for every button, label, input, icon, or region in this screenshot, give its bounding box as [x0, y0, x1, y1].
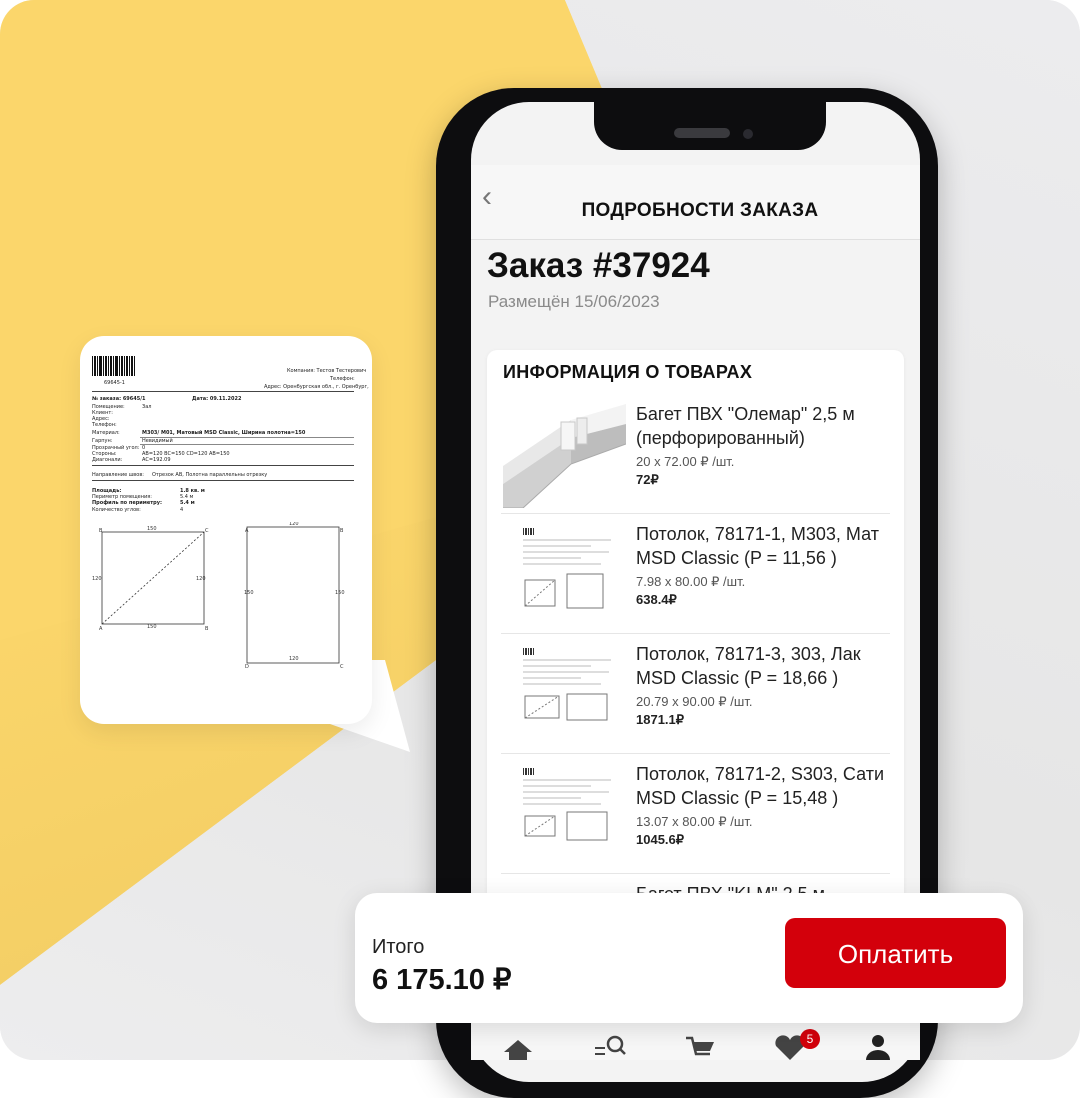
doc-corners-label: Количество углов: [92, 507, 141, 513]
product-document-thumbnail [501, 764, 626, 868]
user-icon [866, 1035, 890, 1060]
svg-text:120: 120 [289, 522, 299, 527]
product-name: Багет ПВХ "Олемар" 2,5 м (перфорированны… [636, 404, 855, 448]
product-total: 638.4₽ [636, 592, 677, 607]
phone-camera [743, 129, 753, 139]
tab-cart[interactable] [682, 1032, 718, 1060]
svg-text:A: A [245, 528, 249, 534]
svg-text:120: 120 [289, 656, 299, 662]
product-item[interactable]: Потолок, 78171-1, M303, Мат MSD Classic … [487, 516, 904, 634]
order-date: Размещён 15/06/2023 [488, 292, 660, 311]
product-price: 20 x 72.00 ₽ /шт. [636, 454, 735, 469]
doc-barcode-number: 69645-1 [104, 380, 125, 386]
tab-catalog-search[interactable] [593, 1032, 629, 1060]
doc-profile-value: 5.4 м [180, 500, 195, 506]
total-amount: 6 175.10 ₽ [372, 964, 512, 996]
product-price: 13.07 x 80.00 ₽ /шт. [636, 814, 753, 829]
order-document-preview: 69645-1 Компания: Тестов Тестерович Теле… [92, 350, 369, 690]
products-card: ИНФОРМАЦИЯ О ТОВАРАХ Багет ПВХ "Олемар" … [487, 350, 904, 970]
product-item[interactable]: Багет ПВХ "Олемар" 2,5 м (перфорированны… [487, 396, 904, 514]
barcode-image [92, 356, 135, 376]
phone-speaker [674, 128, 730, 138]
doc-corners-value: 4 [180, 507, 184, 513]
doc-rule [140, 444, 354, 445]
doc-row-key: Диагонали: [92, 457, 123, 463]
tab-home[interactable] [500, 1032, 536, 1060]
product-document-thumbnail [501, 524, 626, 628]
products-section-title: ИНФОРМАЦИЯ О ТОВАРАХ [503, 362, 753, 382]
doc-order-no: № заказа: 69645/1 [92, 396, 146, 402]
product-price: 7.98 x 80.00 ₽ /шт. [636, 574, 746, 589]
svg-text:B: B [340, 528, 344, 534]
page-title: ПОДРОБНОСТИ ЗАКАЗА [581, 200, 819, 221]
product-total: 1045.6₽ [636, 832, 685, 847]
divider [501, 513, 890, 514]
product-name: Потолок, 78171-3, 303, Лак MSD Classic (… [636, 644, 861, 688]
svg-text:B: B [99, 528, 103, 534]
svg-text:D: D [245, 664, 249, 670]
product-document-thumbnail [501, 644, 626, 748]
product-name: Потолок, 78171-1, M303, Мат MSD Classic … [636, 524, 879, 568]
search-list-icon [595, 1035, 626, 1055]
doc-rule [92, 391, 354, 392]
svg-text:150: 150 [335, 590, 345, 596]
doc-profile-label: Профиль по периметру: [92, 500, 162, 506]
doc-row-key: Материал: [92, 430, 120, 436]
doc-rule [92, 480, 354, 481]
divider [501, 633, 890, 634]
product-thumbnail [501, 404, 627, 509]
doc-row-value: AC=192.09 [142, 457, 171, 463]
total-label: Итого [372, 936, 425, 958]
doc-row-key: Телефон: [92, 422, 117, 428]
svg-text:150: 150 [147, 526, 157, 532]
doc-rule [92, 465, 354, 466]
svg-text:150: 150 [147, 624, 157, 630]
svg-text:B: B [205, 626, 209, 632]
divider [501, 873, 890, 874]
product-total: 72₽ [636, 472, 659, 487]
tab-profile[interactable] [860, 1032, 896, 1060]
product-item[interactable]: Потолок, 78171-2, S303, Сати MSD Classic… [487, 756, 904, 874]
svg-text:120: 120 [196, 576, 206, 582]
product-name: Потолок, 78171-2, S303, Сати MSD Classic… [636, 764, 885, 808]
doc-row-key: Гарпун: [92, 438, 113, 444]
divider [501, 753, 890, 754]
svg-text:150: 150 [244, 590, 254, 596]
svg-text:120: 120 [92, 576, 102, 582]
doc-row-value: Зал [142, 404, 152, 410]
doc-address: Адрес: Оренбургская обл., г. Оренбург, [264, 384, 369, 390]
svg-text:C: C [340, 664, 344, 670]
cart-icon [686, 1036, 714, 1056]
product-total: 1871.1₽ [636, 712, 685, 727]
doc-seam-value: Отрезок AB, Полотна параллельны отрезку [152, 472, 268, 478]
favorites-badge: 5 [800, 1029, 820, 1049]
phone-notch [594, 88, 826, 150]
svg-text:A: A [99, 626, 103, 632]
doc-seam-label: Направление швов: [92, 472, 144, 478]
back-chevron-icon[interactable]: ‹ [482, 182, 504, 212]
doc-company: Компания: Тестов Тестерович [287, 368, 367, 374]
doc-date: Дата: 09.11.2022 [192, 396, 242, 402]
doc-room-drawings: B C A B 150 150 120 120 A B D C 120 120 150 150 [92, 522, 345, 670]
product-item[interactable]: Потолок, 78171-3, 303, Лак MSD Classic (… [487, 636, 904, 754]
doc-phone: Телефон: [330, 376, 355, 382]
doc-row-value: M303/ M01, Матовый MSD Classic, Ширина п… [142, 430, 306, 436]
svg-text:C: C [205, 528, 209, 534]
order-title: Заказ #37924 [487, 246, 710, 285]
product-price: 20.79 x 90.00 ₽ /шт. [636, 694, 753, 709]
home-icon [504, 1040, 532, 1060]
pay-button[interactable]: Оплатить [785, 918, 1006, 988]
